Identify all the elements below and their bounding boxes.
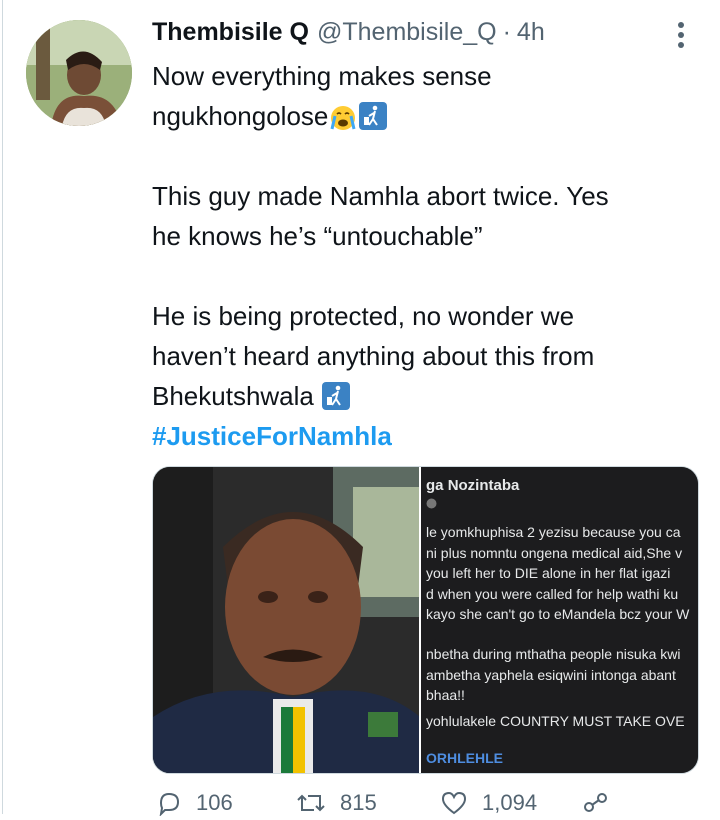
hashtag-line: #JusticeForNamhla [152,416,692,456]
screenshot-line: kayo she can't go to eMandela bcz your W [426,606,690,622]
tweet-line: Now everything makes sense [152,61,492,91]
retweet-icon [297,794,325,812]
tweet-line: Bhekutshwala [152,381,314,411]
retweet-button[interactable]: 815 [296,790,377,816]
globe-icon [426,498,437,512]
litter-bin-emoji-icon [358,101,388,142]
tweet-line: haven’t heard anything about this from [152,341,595,371]
tweet-line-with-emoji: ngukhongolose [152,96,692,136]
reply-icon [159,792,180,816]
screenshot-line: nbetha during mthatha people nisuka kwi [426,646,681,662]
share-icon [584,793,607,812]
avatar-photo [26,20,132,126]
tweet-actions: 106 815 1,094 [152,790,692,820]
screenshot-link: ORHLEHLE [426,750,504,766]
avatar[interactable] [26,20,132,126]
screenshot-line: ambetha yaphela esiqwini intonga abant [426,666,676,683]
tweet-line: This guy made Namhla abort twice. Yes [152,181,609,211]
tweet-line: he knows he’s “untouchable” [152,221,483,251]
screenshot-line: bhaa!! [426,687,465,703]
tweet-text: Now everything makes sense ngukhongolose… [152,56,692,456]
user-handle[interactable]: @Thembisile_Q [317,18,497,47]
timestamp[interactable]: 4h [517,18,545,47]
tweet-media[interactable]: ga Nozintaba le yomkhuphisa 2 yezisu bec… [152,466,699,774]
screenshot-line: le yomkhuphisa 2 yezisu because you ca [426,524,681,540]
screenshot-paragraph-1: le yomkhuphisa 2 yezisu because you ca n… [426,522,689,625]
hashtag-link[interactable]: #JusticeForNamhla [152,421,392,451]
screenshot-line: ni plus nomntu ongena medical aid,She v [426,544,683,561]
share-button[interactable] [582,790,624,816]
reply-button[interactable]: 106 [156,790,233,816]
tweet-line-with-emoji: Bhekutshwala [152,376,692,416]
media-screenshot-post[interactable]: ga Nozintaba le yomkhuphisa 2 yezisu bec… [419,467,698,773]
screenshot-line: d when you were called for help wathi ku [426,585,679,602]
tweet-header: Thembisile Q @Thembisile_Q · 4h [152,18,545,52]
tweet-line: He is being protected, no wonder we [152,301,575,331]
like-button[interactable]: 1,094 [440,790,537,816]
timeline-divider [2,0,3,814]
more-vertical-icon[interactable] [671,20,691,50]
reply-count: 106 [196,790,233,815]
crying-face-emoji-icon [328,102,358,142]
tweet-line: ngukhongolose [152,101,329,131]
like-count: 1,094 [482,790,538,815]
display-name[interactable]: Thembisile Q [152,18,309,47]
media-photo-man[interactable] [153,467,420,773]
separator-dot: · [502,18,511,46]
screenshot-line: you left her to DIE alone in her flat ig… [426,565,671,581]
retweet-count: 815 [340,790,377,815]
man-selfie-image [153,467,420,773]
screenshot-paragraph-2: nbetha during mthatha people nisuka kwi … [426,644,681,706]
heart-icon [441,791,467,815]
screenshot-line: yohlulakele COUNTRY MUST TAKE OVE [426,713,685,729]
screenshot-author: ga Nozintaba [426,477,520,494]
